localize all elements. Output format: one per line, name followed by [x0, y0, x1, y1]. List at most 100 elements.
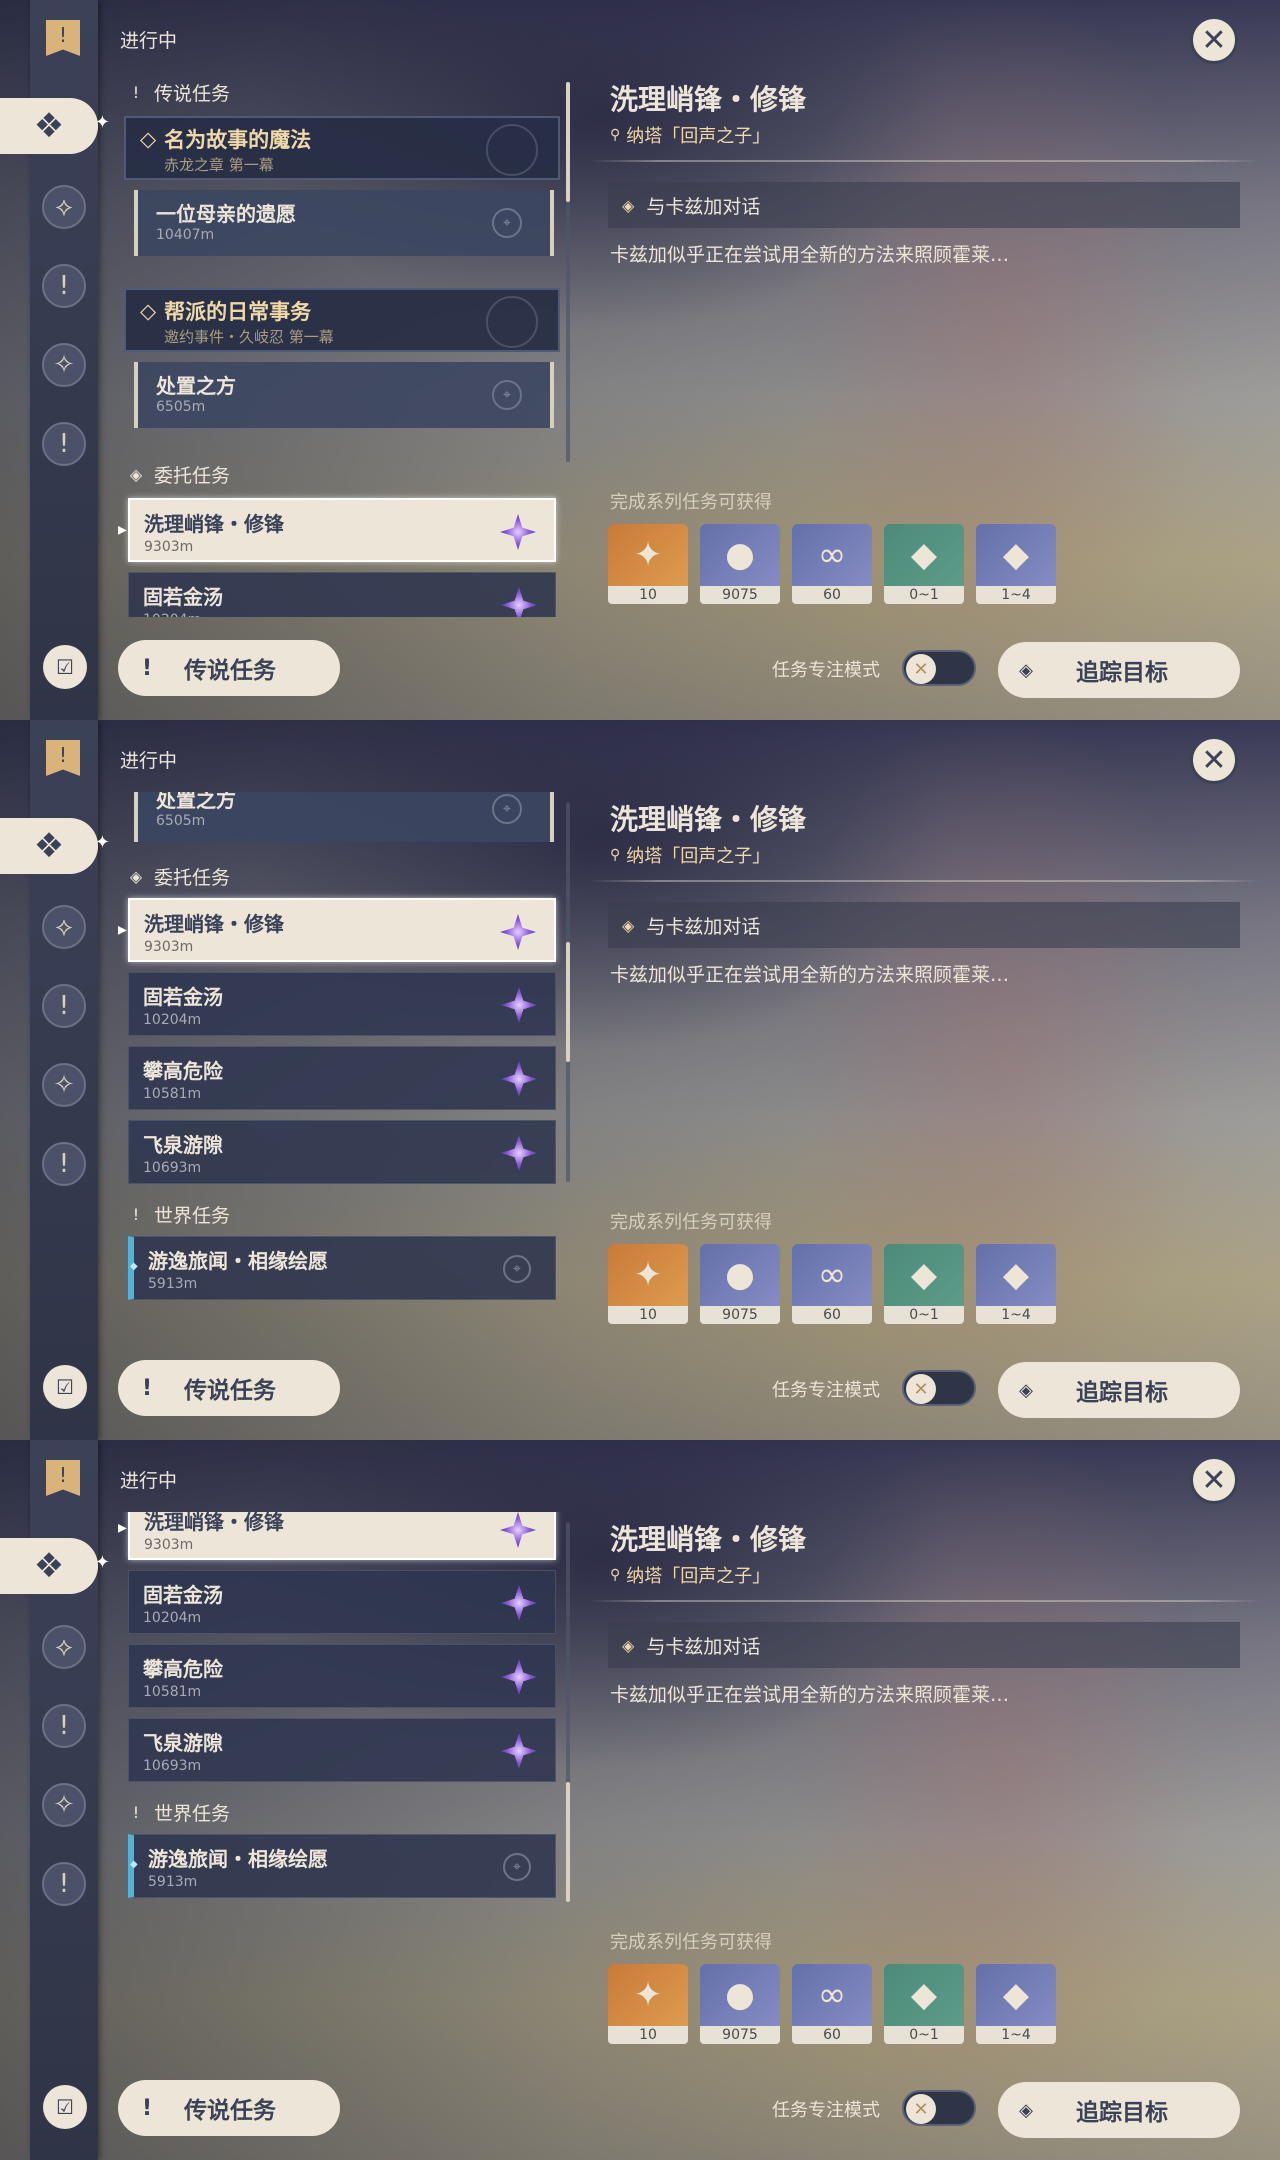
track-pin-icon[interactable]: ⌖	[492, 208, 522, 238]
legend-quest-icon: !	[141, 2095, 153, 2121]
reward-item[interactable]: ◆ 1~4	[976, 1244, 1056, 1324]
commission-card[interactable]: 固若金汤 10204m	[128, 972, 556, 1036]
world-quest-card[interactable]: ◆ 游逸旅闻・相缘绘愿 5913m ⌖	[128, 1236, 556, 1300]
world-quest-tab-icon[interactable]: !	[42, 1862, 86, 1906]
reward-item[interactable]: ✦ 10	[608, 1244, 688, 1324]
quest-log-icon[interactable]: ☑	[43, 2085, 87, 2129]
all-quests-tab[interactable]: ❖ ✦	[0, 818, 110, 874]
category-filter-button[interactable]: ! 传说任务	[118, 1360, 340, 1416]
reward-label: 完成系列任务可获得	[610, 1932, 772, 1953]
focus-mode-toggle[interactable]: ✕	[902, 2090, 976, 2126]
scroll-thumb[interactable]	[566, 942, 570, 1062]
close-button[interactable]: ✕	[1190, 736, 1238, 784]
commission-tab-icon[interactable]: ✧	[42, 1783, 86, 1827]
legend-quest-tab-icon[interactable]: !	[42, 264, 86, 308]
commission-card[interactable]: 固若金汤 10204m	[128, 1570, 556, 1634]
reward-item[interactable]: ◆ 0~1	[884, 1964, 964, 2044]
quest-distance: 10581m	[143, 1684, 202, 1700]
commission-card[interactable]: ▶ 洗理峭锋・修锋 9303m	[118, 898, 556, 962]
all-quests-tab[interactable]: ❖ ✦	[0, 98, 110, 154]
reward-item[interactable]: ● 9075	[700, 1964, 780, 2044]
section-title: 委托任务	[154, 464, 231, 487]
reward-item[interactable]: ✦ 10	[608, 524, 688, 604]
scroll-thumb[interactable]	[566, 1782, 570, 1902]
track-pin-icon[interactable]: ⌖	[503, 1853, 531, 1881]
track-pin-icon[interactable]: ⌖	[492, 794, 522, 824]
commission-icon: ◈	[129, 464, 143, 484]
close-button[interactable]: ✕	[1190, 1456, 1238, 1504]
commission-card[interactable]: 飞泉游隙 10693m	[128, 1718, 556, 1782]
reward-item[interactable]: ◆ 0~1	[884, 1244, 964, 1324]
focus-mode-toggle[interactable]: ✕	[902, 1370, 976, 1406]
legend-subquest[interactable]: 处置之方 6505m ⌖	[134, 792, 554, 842]
legend-quest-card[interactable]: ◇ 名为故事的魔法 赤龙之章 第一幕	[124, 116, 560, 180]
selected-arrow-icon: ▶	[118, 522, 127, 538]
archon-quest-tab-icon[interactable]: ⟡	[42, 905, 86, 949]
track-pin-icon[interactable]: ⌖	[492, 380, 522, 410]
reward-count: 60	[792, 1306, 872, 1324]
sparkle-icon: ✦	[94, 832, 110, 853]
legend-subquest[interactable]: 处置之方 6505m ⌖	[134, 362, 554, 428]
legend-quest-tab-icon[interactable]: !	[42, 984, 86, 1028]
track-button[interactable]: ◈ 追踪目标	[998, 642, 1240, 698]
toggle-off-icon: ✕	[906, 654, 936, 684]
scroll-thumb[interactable]	[566, 82, 570, 202]
reward-count: 1~4	[976, 586, 1056, 604]
commission-card[interactable]: ▶ 洗理峭锋・修锋 9303m	[118, 1512, 556, 1560]
all-quests-tab[interactable]: ❖ ✦	[0, 1538, 110, 1594]
quest-description: 卡兹加似乎正在尝试用全新的方法来照顾霍莱…	[610, 1684, 1010, 1706]
close-button[interactable]: ✕	[1190, 16, 1238, 64]
reward-item[interactable]: ∞ 60	[792, 1964, 872, 2044]
world-quest-tab-icon[interactable]: !	[42, 1142, 86, 1186]
commission-card[interactable]: 飞泉游隙 10693m	[128, 1120, 556, 1184]
list-scrollbar[interactable]	[566, 802, 570, 1182]
quest-title: 固若金汤	[143, 985, 223, 1009]
world-quest-card[interactable]: ◆ 游逸旅闻・相缘绘愿 5913m ⌖	[128, 1834, 556, 1898]
divider	[590, 1600, 1260, 1602]
commission-tab-icon[interactable]: ✧	[42, 343, 86, 387]
track-label: 追踪目标	[1076, 1380, 1168, 1406]
commission-card[interactable]: ▶ 洗理峭锋・修锋 9303m	[118, 498, 556, 562]
reward-item[interactable]: ◆ 1~4	[976, 1964, 1056, 2044]
list-scrollbar[interactable]	[566, 82, 570, 462]
quest-list[interactable]: ▶ 洗理峭锋・修锋 9303m 固若金汤 10204m 攀高危险 10581m …	[118, 1512, 566, 2057]
track-pin-icon[interactable]: ⌖	[503, 1255, 531, 1283]
reward-item[interactable]: ● 9075	[700, 524, 780, 604]
reward-item[interactable]: ✦ 10	[608, 1964, 688, 2044]
category-filter-button[interactable]: ! 传说任务	[118, 2080, 340, 2136]
quest-distance: 10204m	[143, 1012, 202, 1028]
quest-list[interactable]: 处置之方 6505m ⌖ ◈ 委托任务 ▶ 洗理峭锋・修锋 9303m 固若金汤…	[118, 792, 566, 1337]
list-scrollbar[interactable]	[566, 1522, 570, 1902]
legend-emblem-icon	[486, 296, 538, 348]
world-quest-tab-icon[interactable]: !	[42, 422, 86, 466]
category-label: 传说任务	[184, 658, 276, 684]
adventure-exp-icon: ∞	[817, 1975, 847, 2015]
reward-item[interactable]: ∞ 60	[792, 1244, 872, 1324]
commission-card[interactable]: 攀高危险 10581m	[128, 1644, 556, 1708]
commission-card[interactable]: 固若金汤 10204m	[128, 572, 556, 617]
reward-item[interactable]: ◆ 0~1	[884, 524, 964, 604]
commission-tab-icon[interactable]: ✧	[42, 1063, 86, 1107]
commission-card[interactable]: 攀高危险 10581m	[128, 1046, 556, 1110]
quest-location: ⚲ 纳塔「回声之子」	[610, 1566, 771, 1587]
track-button[interactable]: ◈ 追踪目标	[998, 1362, 1240, 1418]
quest-log-icon[interactable]: ☑	[43, 1365, 87, 1409]
objective-diamond-icon: ◈	[622, 915, 635, 935]
primogem-icon: ✦	[633, 535, 663, 575]
legend-subquest[interactable]: 一位母亲的遗愿 10407m ⌖	[134, 190, 554, 256]
category-filter-button[interactable]: ! 传说任务	[118, 640, 340, 696]
quest-log-icon[interactable]: ☑	[43, 645, 87, 689]
legend-quest-tab-icon[interactable]: !	[42, 1704, 86, 1748]
quest-title: 游逸旅闻・相缘绘愿	[148, 1847, 328, 1871]
archon-quest-tab-icon[interactable]: ⟡	[42, 1625, 86, 1669]
sparkle-icon: ✦	[94, 1552, 110, 1573]
legend-quest-card[interactable]: ◇ 帮派的日常事务 邀约事件・久岐忍 第一幕	[124, 288, 560, 352]
reward-item[interactable]: ∞ 60	[792, 524, 872, 604]
archon-quest-tab-icon[interactable]: ⟡	[42, 185, 86, 229]
track-button[interactable]: ◈ 追踪目标	[998, 2082, 1240, 2138]
reward-count: 60	[792, 2026, 872, 2044]
reward-item[interactable]: ◆ 1~4	[976, 524, 1056, 604]
reward-item[interactable]: ● 9075	[700, 1244, 780, 1324]
quest-list[interactable]: ! 传说任务 ◇ 名为故事的魔法 赤龙之章 第一幕 一位母亲的遗愿 10407m …	[118, 72, 566, 617]
focus-mode-toggle[interactable]: ✕	[902, 650, 976, 686]
